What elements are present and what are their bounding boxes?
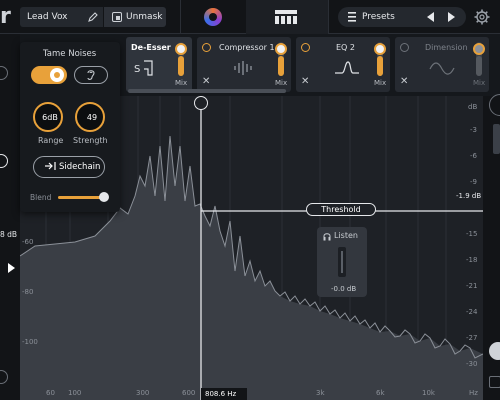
db-scale-label: -80 xyxy=(22,288,34,296)
module-dimension[interactable]: Dimension ✕ Mix xyxy=(395,37,489,92)
tame-noises-toggle[interactable] xyxy=(31,66,67,84)
assistant-orb-icon[interactable] xyxy=(204,8,222,26)
top-bar: r Lead Vox Unmask Presets xyxy=(0,0,500,34)
module-eq-2[interactable]: EQ 2 ✕ Mix xyxy=(296,37,390,92)
power-icon[interactable] xyxy=(301,43,310,52)
db-scale-label: -24 xyxy=(466,308,478,316)
module-strip-scrollbar[interactable] xyxy=(128,89,286,93)
threshold-handle[interactable]: Threshold xyxy=(306,203,376,216)
output-knob-icon[interactable] xyxy=(489,94,500,116)
db-scale-label: -21 xyxy=(466,282,478,290)
divider xyxy=(328,0,329,34)
popup-title: Tame Noises xyxy=(43,49,97,59)
frequency-label: 6k xyxy=(376,389,385,397)
side-value: 8 dB xyxy=(0,230,18,239)
threshold-value: -1.9 dB xyxy=(456,192,482,200)
side-round-button[interactable] xyxy=(489,342,500,360)
mix-label: Mix xyxy=(175,79,188,87)
side-control-icon[interactable] xyxy=(0,66,8,80)
range-label: Range xyxy=(38,136,64,145)
toggle-thumb xyxy=(50,68,64,82)
listen-label: Listen xyxy=(334,231,358,240)
db-scale-label: -100 xyxy=(22,338,38,346)
db-scale-label: dB xyxy=(468,103,478,111)
close-icon[interactable]: ✕ xyxy=(202,77,211,87)
strength-label: Strength xyxy=(73,136,108,145)
db-scale-label: -6 xyxy=(470,152,477,160)
db-scale-label: -27 xyxy=(466,334,478,342)
de-esser-graphic-icon: S xyxy=(134,60,153,76)
right-side-panel xyxy=(483,94,500,400)
ear-icon xyxy=(87,70,95,80)
mix-label: Mix xyxy=(473,79,486,87)
frequency-label: 300 xyxy=(136,389,150,397)
mix-fader[interactable] xyxy=(175,42,187,76)
db-scale-label: -15 xyxy=(466,230,478,238)
db-scale-label: -30 xyxy=(466,360,478,368)
range-value: 6dB xyxy=(42,113,58,122)
output-meter xyxy=(493,124,500,154)
module-title: De-Esser xyxy=(131,43,171,52)
frequency-label: 600 xyxy=(182,389,196,397)
left-side-panel: 8 dB xyxy=(0,34,20,400)
module-de-esser[interactable]: De-Esser Mix S xyxy=(126,37,192,92)
sidechain-button[interactable]: Sidechain xyxy=(33,156,105,178)
close-icon[interactable]: ✕ xyxy=(400,77,409,87)
power-icon[interactable] xyxy=(202,43,211,52)
de-esser-glyph: S xyxy=(134,64,140,75)
app-logo: r xyxy=(0,4,11,29)
frequency-label: 100 xyxy=(68,389,82,397)
gear-icon[interactable] xyxy=(474,9,490,25)
db-scale-label: -60 xyxy=(22,238,34,246)
next-preset-icon[interactable] xyxy=(448,12,455,22)
presets-label: Presets xyxy=(362,12,395,22)
mix-label: Mix xyxy=(275,79,288,87)
dimension-graphic-icon xyxy=(429,62,455,75)
divider xyxy=(180,0,181,34)
module-grid-icon xyxy=(275,10,297,24)
db-scale-label: -9 xyxy=(470,178,477,186)
menu-icon[interactable] xyxy=(348,12,356,22)
mix-fader[interactable] xyxy=(374,42,386,76)
blend-slider-thumb[interactable] xyxy=(99,192,109,202)
previous-preset-icon[interactable] xyxy=(427,12,434,22)
frequency-label: 60 xyxy=(46,389,55,397)
eq-graphic-icon xyxy=(335,61,359,74)
pencil-icon[interactable] xyxy=(88,12,98,22)
frequency-label: Hz xyxy=(469,389,478,397)
listen-value: -0.0 dB xyxy=(331,285,357,293)
side-checkbox[interactable] xyxy=(489,376,500,388)
close-icon[interactable]: ✕ xyxy=(301,77,310,87)
blend-label: Blend xyxy=(30,193,52,202)
db-scale-label: -3 xyxy=(470,126,477,134)
mix-fader[interactable] xyxy=(473,42,485,76)
db-scale-label: -18 xyxy=(466,256,478,264)
frequency-label: 3k xyxy=(316,389,325,397)
headphones-icon xyxy=(323,233,331,241)
compressor-graphic-icon xyxy=(234,61,252,75)
module-compressor-1[interactable]: Compressor 1 ✕ Mix xyxy=(197,37,291,92)
listen-gain-slider[interactable] xyxy=(338,247,346,277)
frequency-cursor-handle[interactable] xyxy=(194,96,208,110)
frequency-label: 10k xyxy=(422,389,435,397)
play-icon[interactable] xyxy=(8,263,15,273)
power-icon[interactable] xyxy=(400,43,409,52)
module-title: Compressor 1 xyxy=(219,43,275,52)
strength-value: 49 xyxy=(86,113,98,122)
presets-bar[interactable] xyxy=(338,7,466,27)
cursor-frequency-readout: 808.6 Hz xyxy=(201,388,247,400)
module-title: Dimension xyxy=(425,43,468,52)
sidechain-icon xyxy=(45,162,56,170)
module-title: EQ 2 xyxy=(336,43,355,52)
side-control-icon[interactable] xyxy=(0,370,8,384)
blend-slider[interactable] xyxy=(58,196,104,199)
mix-label: Mix xyxy=(374,79,387,87)
mix-fader[interactable] xyxy=(275,42,287,76)
side-control-icon[interactable] xyxy=(0,154,8,168)
unmask-icon xyxy=(112,12,122,22)
